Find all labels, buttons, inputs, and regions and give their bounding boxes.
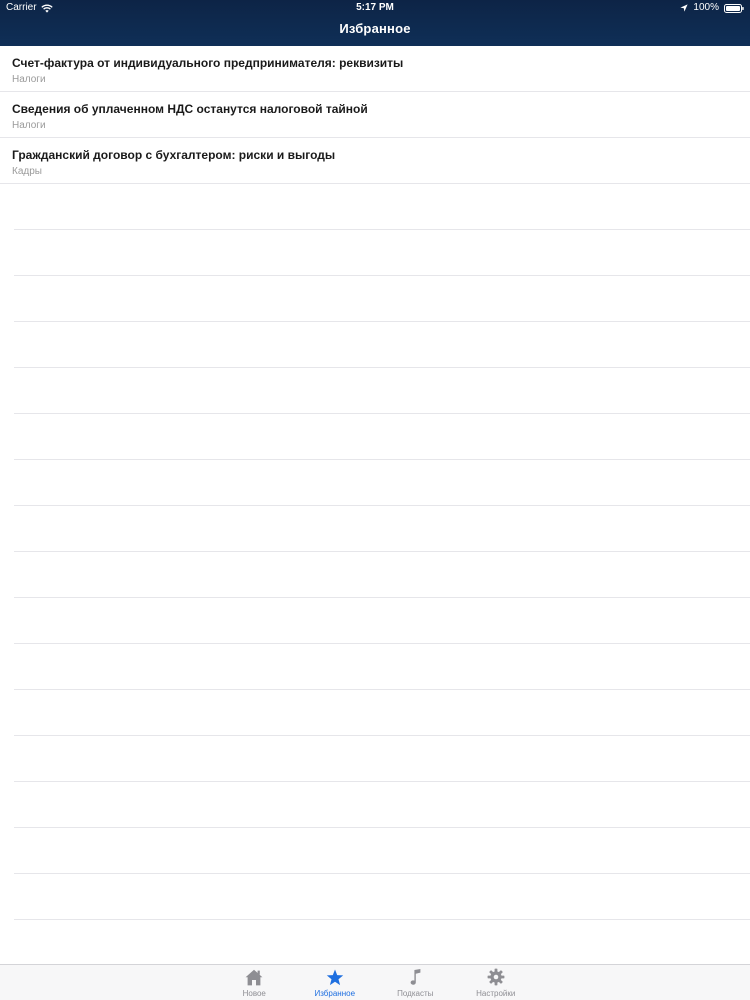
empty-row [14, 736, 750, 782]
favorites-list[interactable]: Счет-фактура от индивидуального предприн… [0, 46, 750, 964]
empty-row [14, 230, 750, 276]
tab-label: Настройки [476, 989, 516, 998]
tab-label: Избранное [314, 989, 356, 998]
empty-row [14, 414, 750, 460]
status-bar: Carrier 5:17 PM 100% [0, 0, 750, 16]
tab-bar: Новое Избранное Подкасты Настройки [0, 964, 750, 1000]
empty-row [14, 184, 750, 230]
tab-label: Подкасты [397, 989, 434, 998]
tab-new[interactable]: Новое [214, 967, 295, 1000]
empty-row [14, 690, 750, 736]
empty-row [14, 460, 750, 506]
status-right: 100% [680, 0, 744, 16]
empty-row [14, 368, 750, 414]
empty-row [14, 644, 750, 690]
battery-percent: 100% [693, 2, 719, 13]
list-item[interactable]: Сведения об уплаченном НДС останутся нал… [0, 92, 750, 138]
empty-row [14, 322, 750, 368]
star-icon [326, 967, 344, 987]
empty-row [14, 552, 750, 598]
tab-settings[interactable]: Настройки [456, 967, 537, 1000]
empty-row [14, 874, 750, 920]
home-icon [245, 967, 263, 987]
empty-row [14, 276, 750, 322]
status-time: 5:17 PM [356, 2, 394, 13]
gear-icon [487, 967, 505, 987]
list-item[interactable]: Счет-фактура от индивидуального предприн… [0, 46, 750, 92]
battery-icon [724, 3, 744, 13]
list-item[interactable]: Гражданский договор с бухгалтером: риски… [0, 138, 750, 184]
app-screen: Carrier 5:17 PM 100% Избранное Счет-факт… [0, 0, 750, 1000]
empty-row [14, 920, 750, 964]
empty-row [14, 598, 750, 644]
music-note-icon [408, 967, 422, 987]
empty-row [14, 828, 750, 874]
top-bar: Carrier 5:17 PM 100% Избранное [0, 0, 750, 46]
article-title: Сведения об уплаченном НДС останутся нал… [12, 102, 368, 116]
article-category: Налоги [12, 120, 46, 131]
article-category: Кадры [12, 166, 42, 177]
tab-podcasts[interactable]: Подкасты [375, 967, 456, 1000]
empty-row [14, 506, 750, 552]
tab-favorites[interactable]: Избранное [295, 967, 376, 1000]
tab-label: Новое [242, 989, 266, 998]
location-arrow-icon [680, 4, 689, 12]
article-category: Налоги [12, 74, 46, 85]
empty-row [14, 782, 750, 828]
page-title: Избранное [339, 21, 411, 36]
tab-list: Новое Избранное Подкасты Настройки [214, 967, 536, 1000]
article-title: Счет-фактура от индивидуального предприн… [12, 56, 404, 70]
article-title: Гражданский договор с бухгалтером: риски… [12, 148, 336, 162]
